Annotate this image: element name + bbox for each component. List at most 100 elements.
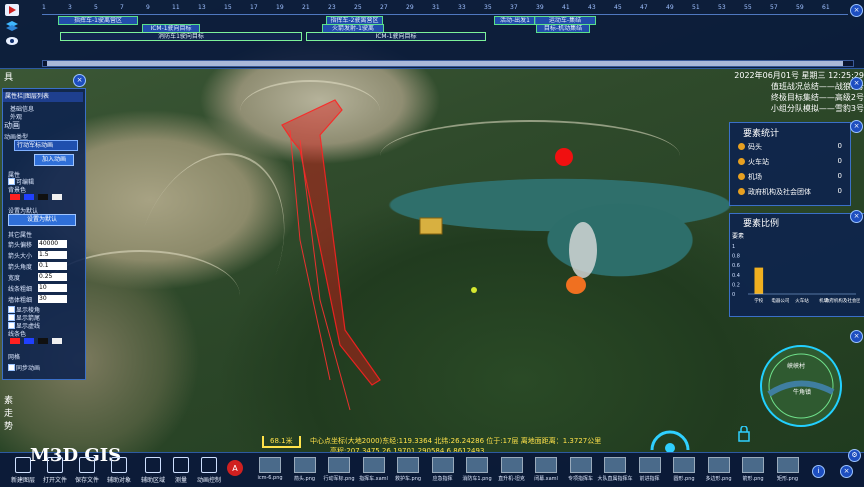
ruler-tick: 59 [796, 4, 804, 11]
asset-item[interactable]: 应急指挥 [425, 457, 461, 482]
option-checkbox[interactable] [8, 314, 15, 321]
ratio-ytick: 0.8 [732, 254, 740, 260]
option-checkbox[interactable] [8, 322, 15, 329]
ruler-tick: 49 [666, 4, 674, 11]
ruler-tick: 43 [588, 4, 596, 11]
asset-item[interactable]: 专项指挥车 [563, 457, 599, 482]
tool-button[interactable]: 辅助区域 [138, 457, 168, 484]
coordinates-readout: 中心点坐标(大地2000)东经:119.3364 北纬:26.24286 位于:… [310, 437, 602, 445]
timeline-bar[interactable]: 活动-出发1 [494, 16, 536, 25]
add-animation-button[interactable]: 加入动画 [34, 154, 74, 166]
info-button[interactable]: i [812, 465, 825, 478]
tool-button[interactable]: 动画控制 [194, 457, 224, 484]
compass[interactable] [648, 428, 692, 452]
stat-icon [738, 158, 745, 165]
asset-item[interactable]: 箭形.png [735, 457, 771, 482]
ratio-ytick: 1 [732, 244, 735, 250]
stat-value: 0 [837, 187, 842, 195]
tool-button[interactable]: 测量 [166, 457, 196, 484]
bg-color-swatch[interactable] [24, 194, 34, 200]
asset-item[interactable]: 大队直属指挥车 [597, 457, 633, 482]
asset-label: 圆形.png [673, 476, 695, 482]
asset-item[interactable]: 指挥车.xaml [356, 457, 392, 482]
timeline-bar[interactable]: 指挥车-1驶离营区 [58, 16, 138, 25]
ruler-tick: 3 [68, 4, 72, 11]
ruler-tick: 35 [484, 4, 492, 11]
line-color-swatch[interactable] [10, 338, 20, 344]
asset-item[interactable]: 行动军标.png [321, 457, 357, 482]
asset-item[interactable]: icm-6.png [252, 457, 288, 481]
line-color-label: 线条色 [8, 331, 27, 338]
bg-color-swatch[interactable] [10, 194, 20, 200]
asset-item[interactable]: 救护车.png [390, 457, 426, 482]
stat-icon [738, 188, 745, 195]
bg-color-swatch[interactable] [52, 194, 62, 200]
stat-icon [738, 143, 745, 150]
ruler-tick: 57 [770, 4, 778, 11]
smoke [569, 222, 597, 278]
asset-item[interactable]: 前进指挥 [632, 457, 668, 482]
play-icon[interactable] [5, 4, 19, 16]
line-color-swatch[interactable] [52, 338, 62, 344]
bg-color-swatch[interactable] [38, 194, 48, 200]
field-input[interactable]: 1.5 [38, 251, 67, 259]
field-input[interactable]: 0.25 [38, 273, 67, 281]
eye-icon[interactable] [5, 35, 19, 47]
asset-label: 矩形.png [776, 476, 799, 482]
timeline-bar[interactable]: 目标-机动集结 [536, 24, 590, 33]
tool-button[interactable]: 打开文件 [40, 457, 70, 484]
settings-button[interactable]: ⚙ [848, 449, 861, 462]
stat-label: 火车站 [748, 158, 769, 166]
field-input[interactable]: 0.1 [38, 262, 67, 270]
left-panel-close-button[interactable]: × [73, 74, 86, 87]
info-close-button[interactable]: × [850, 77, 863, 90]
ruler-tick: 11 [172, 4, 180, 11]
minimap[interactable]: 峡峡村 牛角镇 [759, 344, 843, 428]
asset-label: 专项指挥车 [567, 476, 593, 482]
asset-item[interactable]: 直升机-坦克 [494, 457, 530, 482]
set-default-button[interactable]: 设置为默认 [8, 214, 76, 226]
timeline-close-button[interactable]: × [850, 4, 863, 17]
line-color-swatch[interactable] [38, 338, 48, 344]
line-color-swatch[interactable] [24, 338, 34, 344]
tool-button[interactable]: 保存文件 [72, 457, 102, 484]
tool-button[interactable]: 辅助对象 [104, 457, 134, 484]
minimap-close-button[interactable]: × [850, 330, 863, 343]
stat-value: 0 [837, 157, 842, 165]
layers-icon[interactable] [5, 20, 19, 32]
field-input[interactable]: 40000 [38, 240, 67, 248]
info-line-1: 值班战况总结——战狼1号 [770, 82, 864, 91]
timeline-scrollbar[interactable] [42, 60, 854, 67]
asset-item[interactable]: 圆形.png [666, 457, 702, 482]
ratio-close-button[interactable]: × [850, 210, 863, 223]
field-label: 箭头大小 [8, 253, 33, 260]
animation-type-select[interactable]: 行动军标动画 [14, 140, 78, 151]
ratio-ylabel: 要素 [732, 232, 744, 240]
asset-item[interactable]: 闭幕.xaml [528, 457, 564, 482]
timeline-ruler: 1 3 5 7 9 11 13 15 17 19 21 23 25 27 29 31 33 35 37 39 41 43 4… [42, 4, 848, 15]
stat-label: 码头 [748, 143, 762, 151]
asset-thumbnail [397, 457, 419, 473]
asset-item[interactable]: 消防车1.png [459, 457, 495, 482]
asset-thumbnail [776, 457, 799, 473]
visible-checkbox[interactable] [8, 178, 15, 185]
tool-icon [15, 457, 31, 473]
tool-button[interactable]: 新建图层 [8, 457, 38, 484]
lock-icon[interactable] [737, 426, 751, 442]
toolbar-close-button[interactable]: × [840, 465, 853, 478]
option-checkbox[interactable] [8, 306, 15, 313]
asset-label: 多边形.png [705, 476, 732, 482]
asset-item[interactable]: 箭头.png [287, 457, 323, 482]
timeline-bar[interactable]: ICM-1驶向目标 [306, 32, 486, 41]
tool-label: 打开文件 [42, 477, 67, 484]
timeline-bar[interactable]: 消防车1驶向目标 [60, 32, 302, 41]
stats-close-button[interactable]: × [850, 120, 863, 133]
timeline-scroll-thumb[interactable] [47, 61, 843, 66]
tool-icon [173, 457, 189, 473]
asset-item[interactable]: 矩形.png [770, 457, 806, 482]
asset-item[interactable]: 多边形.png [701, 457, 737, 482]
sync-anim-checkbox[interactable] [8, 364, 15, 371]
field-input[interactable]: 10 [38, 284, 67, 292]
field-input[interactable]: 30 [38, 295, 67, 303]
ratio-ytick: 0.4 [732, 273, 740, 279]
